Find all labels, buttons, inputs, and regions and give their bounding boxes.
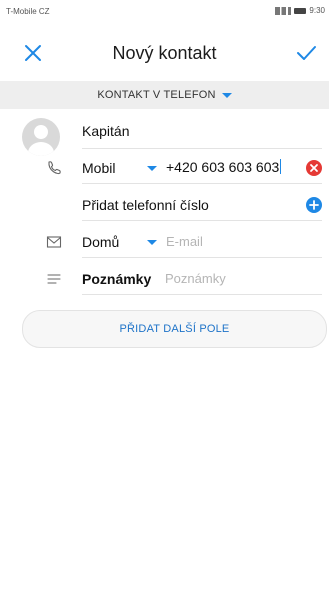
phone-type-label[interactable]: Mobil [82, 160, 115, 176]
clear-icon [310, 164, 318, 172]
chevron-down-icon [221, 93, 232, 98]
save-button[interactable] [295, 42, 317, 64]
notes-icon [47, 274, 61, 284]
add-field-button[interactable]: PŘIDAT DALŠÍ POLE [22, 310, 327, 348]
text-cursor [280, 159, 282, 174]
divider [82, 257, 322, 258]
email-input[interactable]: E-mail [166, 234, 203, 249]
phone-number-value: +420 603 603 603 [166, 159, 280, 175]
avatar[interactable] [22, 118, 60, 156]
check-icon [297, 46, 316, 60]
email-row: Domů E-mail [0, 226, 329, 258]
page-title: Nový kontakt [112, 43, 217, 63]
plus-icon [309, 200, 319, 210]
add-phone-label: Přidat telefonní číslo [82, 197, 209, 213]
divider [82, 294, 322, 295]
mail-icon [46, 236, 62, 248]
divider [82, 220, 322, 221]
name-field[interactable]: Kapitán [82, 118, 322, 149]
phone-type-dropdown-icon[interactable] [147, 166, 157, 171]
phone-icon [48, 161, 61, 175]
account-selector[interactable]: KONTAKT V TELEFON [0, 81, 329, 109]
status-icons: 9:30 [275, 6, 325, 15]
notes-row: Poznámky Poznámky [0, 263, 329, 295]
phone-row: Mobil +420 603 603 603 [0, 152, 329, 184]
status-bar: T-Mobile CZ 9:30 [0, 0, 329, 22]
clock: 9:30 [309, 6, 325, 15]
account-label: KONTAKT V TELEFON [97, 89, 216, 101]
notes-input[interactable]: Poznámky [165, 271, 226, 286]
email-type-dropdown-icon[interactable] [147, 240, 157, 245]
signal-icon [275, 6, 292, 15]
avatar-head [34, 125, 48, 139]
carrier-label: T-Mobile CZ [6, 7, 50, 16]
phone-number-input[interactable]: +420 603 603 603 [166, 159, 282, 175]
name-value: Kapitán [82, 123, 130, 139]
divider [82, 183, 322, 184]
add-field-label: PŘIDAT DALŠÍ POLE [119, 323, 230, 335]
clear-phone-button[interactable] [306, 160, 322, 176]
add-phone-row[interactable]: Přidat telefonní číslo [0, 189, 329, 221]
email-type-label[interactable]: Domů [82, 234, 119, 250]
add-phone-button[interactable] [306, 197, 322, 213]
notes-label: Poznámky [82, 271, 152, 287]
battery-icon [294, 7, 307, 14]
app-header: Nový kontakt [0, 32, 329, 76]
